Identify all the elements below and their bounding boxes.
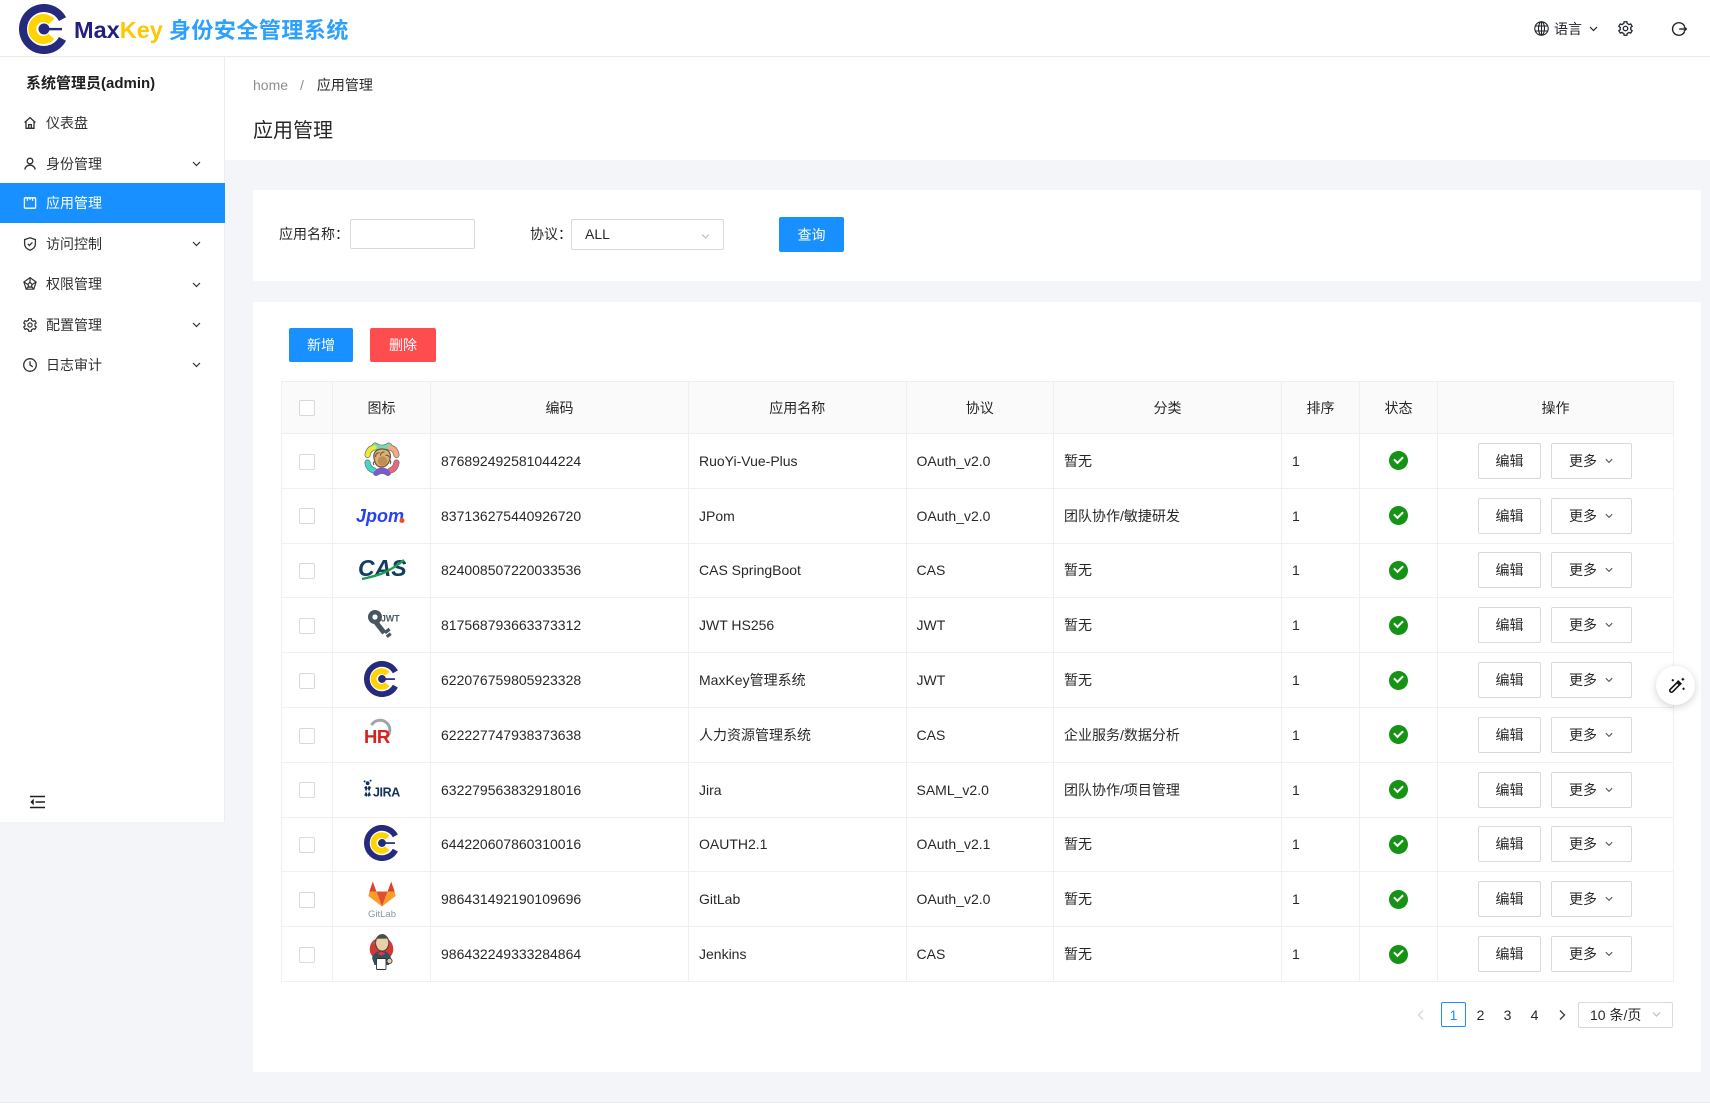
svg-text:JIRA: JIRA <box>373 786 400 800</box>
svg-text:GitLab: GitLab <box>368 909 396 919</box>
svg-text:JWT: JWT <box>381 613 400 623</box>
svg-text:Jpom: Jpom <box>356 506 404 526</box>
svg-text:HR: HR <box>364 726 390 747</box>
